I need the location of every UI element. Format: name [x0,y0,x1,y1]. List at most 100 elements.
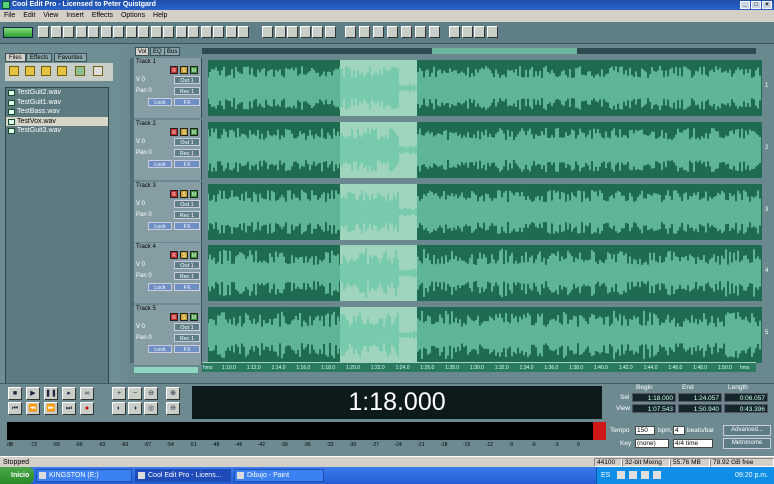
toolbar-tool-icon[interactable] [175,26,187,38]
file-item[interactable]: TestGuit3.wav [6,126,108,136]
toolbar-tool-icon[interactable] [262,26,273,38]
view-end-field[interactable]: 1:50.940 [678,404,722,413]
play-to-end-button[interactable]: ▸ [62,387,76,400]
close-button[interactable]: × [762,1,772,9]
fast-forward-button[interactable]: ⏩ [44,402,58,415]
toolbar-tool-icon[interactable] [150,26,162,38]
tab-files[interactable]: Files [5,53,26,62]
toolbar-tool-icon[interactable] [188,26,199,38]
toolbar-tool-icon[interactable] [359,26,370,38]
toolbar-tool-icon[interactable] [225,26,237,38]
toolbar-tool-icon[interactable] [474,26,485,38]
menu-insert[interactable]: Insert [66,12,84,19]
scrollbar-thumb[interactable] [432,48,577,54]
menu-view[interactable]: View [43,12,58,19]
zoom-selection-icon[interactable]: ◎ [144,402,158,415]
pan-value[interactable]: Pan 0 [136,150,152,156]
lock-button[interactable]: Lock [148,345,172,353]
toolbar-tool-icon[interactable] [312,26,323,38]
file-item[interactable]: TestBass.wav [6,107,108,117]
menu-help[interactable]: Help [153,12,167,19]
loop-button[interactable]: ∞ [80,387,94,400]
open-file-icon[interactable] [9,66,19,76]
zoom-out-vertical-icon[interactable]: ⊖ [166,402,180,415]
toolbar-tool-icon[interactable] [138,26,149,38]
task-kingston[interactable]: KINGSTON (E:) [36,469,132,482]
solo-button[interactable]: S [180,313,188,321]
zoom-in-horizontal-icon[interactable]: + [112,387,126,400]
multitrack-toggle-button[interactable] [3,27,33,38]
toolbar-tool-icon[interactable] [63,26,74,38]
track-name[interactable]: Track 4 [136,244,156,250]
toolbar-tool-icon[interactable] [324,26,336,38]
zoom-to-right-icon[interactable]: ◑ [128,402,142,415]
metronome-button[interactable]: Metronome [723,438,771,449]
toolbar-tool-icon[interactable] [373,26,384,38]
toolbar-tool-icon[interactable] [238,26,249,38]
import-icon[interactable] [25,66,35,76]
track-name[interactable]: Track 5 [136,306,156,312]
help-icon[interactable] [93,66,103,76]
time-ruler[interactable]: hms 1:10.0 1:12.0 1:14.0 1:16.0 1:18.0 1:20.0 1… [202,362,756,372]
go-to-start-button[interactable]: ⏮ [8,402,22,415]
zoom-to-left-icon[interactable]: ◐ [112,402,126,415]
menu-options[interactable]: Options [121,12,145,19]
view-begin-field[interactable]: 1:07.543 [632,404,676,413]
task-paint[interactable]: Dibujo - Paint [234,469,324,482]
clip-indicator[interactable] [593,422,606,440]
output-button[interactable]: Out 1 [174,323,200,331]
record-input-button[interactable]: Rec 1 [174,272,200,280]
fx-button[interactable]: FX [174,160,200,168]
toolbar-tool-icon[interactable] [100,26,112,38]
toolbar-tool-icon[interactable] [213,26,224,38]
output-button[interactable]: Out 1 [174,76,200,84]
mute-button[interactable]: M [190,66,198,74]
lock-button[interactable]: Lock [148,222,172,230]
toolbar-tool-icon[interactable] [75,26,87,38]
fx-button[interactable]: FX [174,222,200,230]
start-button[interactable]: Inicio [0,467,34,484]
record-input-button[interactable]: Rec 1 [174,334,200,342]
play-button[interactable]: ▶ [26,387,40,400]
solo-button[interactable]: S [180,66,188,74]
file-item[interactable]: TestGuit1.wav [6,98,108,108]
sel-length-field[interactable]: 0:06.057 [724,393,768,402]
record-arm-button[interactable]: R [170,313,178,321]
solo-button[interactable]: S [180,190,188,198]
menu-file[interactable]: File [4,12,15,19]
sel-end-field[interactable]: 1:24.057 [678,393,722,402]
record-input-button[interactable]: Rec 1 [174,87,200,95]
fx-button[interactable]: FX [174,283,200,291]
output-button[interactable]: Out 1 [174,261,200,269]
tab-eq[interactable]: EQ [150,47,165,56]
file-item-selected[interactable]: TestVox.wav [6,116,108,127]
toolbar-tool-icon[interactable] [449,26,460,38]
stop-button[interactable]: ■ [8,387,22,400]
toolbar-tool-icon[interactable] [387,26,398,38]
record-arm-button[interactable]: R [170,66,178,74]
record-input-button[interactable]: Rec 1 [174,211,200,219]
insert-into-multitrack-icon[interactable] [75,66,85,76]
pan-value[interactable]: Pan 0 [136,88,152,94]
record-button[interactable]: ● [80,402,94,415]
close-file-icon[interactable] [41,66,51,76]
track-waveform[interactable] [208,122,762,178]
sel-begin-field[interactable]: 1:18.000 [632,393,676,402]
volume-value[interactable]: V 0 [136,201,145,207]
advanced-button[interactable]: Advanced... [723,425,771,436]
record-arm-button[interactable]: R [170,190,178,198]
track-name[interactable]: Track 2 [136,121,156,127]
pan-value[interactable]: Pan 0 [136,335,152,341]
record-arm-button[interactable]: R [170,128,178,136]
mute-button[interactable]: M [190,251,198,259]
tray-icon[interactable] [617,471,625,479]
mute-button[interactable]: M [190,190,198,198]
lock-button[interactable]: Lock [148,98,172,106]
toolbar-tool-icon[interactable] [401,26,412,38]
track-waveform[interactable] [208,184,762,240]
lock-button[interactable]: Lock [148,283,172,291]
sort-icon[interactable] [57,66,67,76]
toolbar-tool-icon[interactable] [345,26,356,38]
menu-edit[interactable]: Edit [23,12,35,19]
zoom-in-vertical-icon[interactable]: ⊕ [166,387,180,400]
